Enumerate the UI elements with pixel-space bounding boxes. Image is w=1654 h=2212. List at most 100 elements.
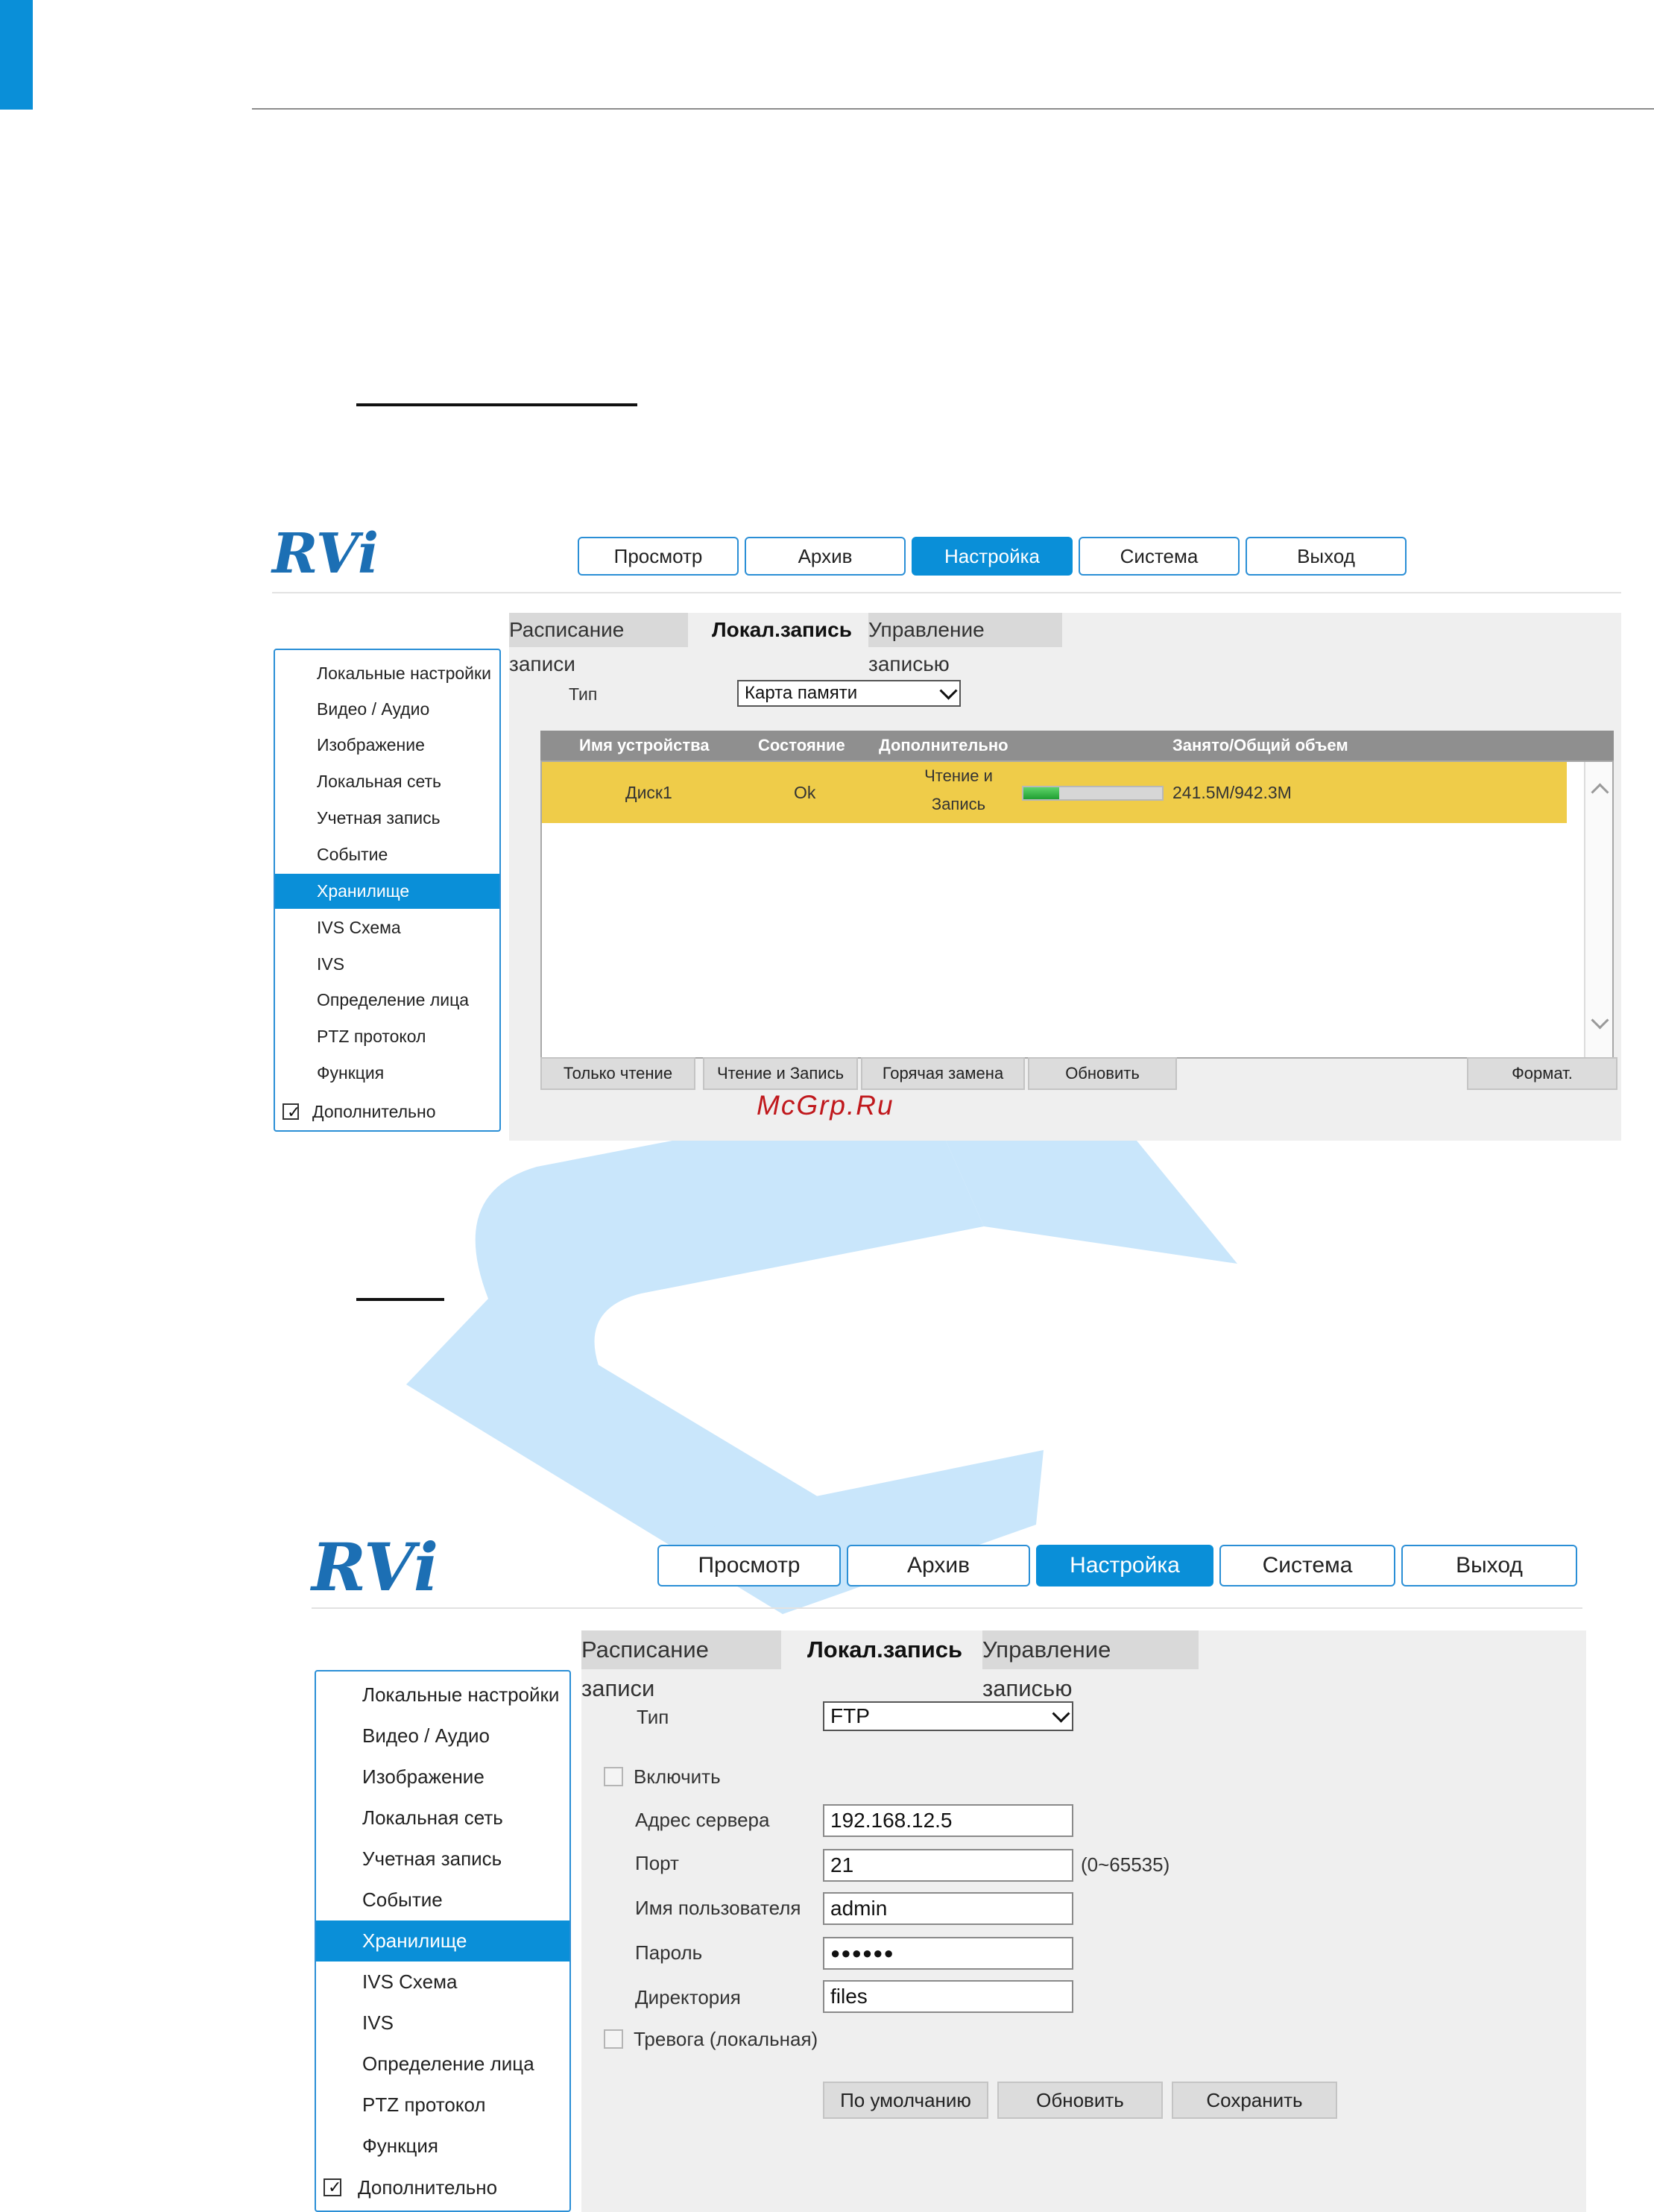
advanced-label: Дополнительно: [312, 1102, 436, 1121]
device-name-cell: Диск1: [625, 783, 672, 802]
read-only-button[interactable]: Только чтение: [540, 1057, 695, 1090]
sidebar-item-ivs-scheme[interactable]: IVS Схема: [316, 1962, 569, 2003]
alarm-label: Тревога (локальная): [634, 2028, 818, 2050]
tab-record-control[interactable]: Управление записью: [982, 1630, 1199, 1701]
nav-settings-button[interactable]: Настройка: [912, 537, 1073, 576]
read-write-button[interactable]: Чтение и Запись: [703, 1057, 858, 1090]
nav-archive-button[interactable]: Архив: [745, 537, 906, 576]
rvi-logo: RVi: [312, 1528, 439, 1606]
type-select[interactable]: Карта памяти: [737, 680, 961, 707]
default-button[interactable]: По умолчанию: [823, 2082, 988, 2119]
sidebar-item-ptz[interactable]: PTZ протокол: [275, 1019, 499, 1054]
sidebar-item-function[interactable]: Функция: [275, 1056, 499, 1091]
header-rule: [252, 108, 1654, 110]
top-nav: Просмотр Архив Настройка Система Выход: [657, 1545, 1577, 1586]
server-input[interactable]: 192.168.12.5: [823, 1804, 1073, 1837]
table-header: Имя устройства Состояние Дополнительно З…: [540, 731, 1614, 760]
sidebar-item-account[interactable]: Учетная запись: [316, 1838, 569, 1879]
nav-archive-button[interactable]: Архив: [847, 1545, 1030, 1586]
sidebar-item-storage[interactable]: Хранилище: [275, 874, 499, 909]
settings-sidebar: Локальные настройки Видео / Аудио Изобра…: [274, 649, 501, 1132]
sidebar-item-event[interactable]: Событие: [275, 837, 499, 872]
sidebar-item-video-audio[interactable]: Видео / Аудио: [316, 1715, 569, 1756]
extra-cell-line2: Запись: [931, 795, 986, 813]
tab-record-control[interactable]: Управление записью: [868, 613, 1062, 675]
nav-view-button[interactable]: Просмотр: [578, 537, 739, 576]
username-label: Имя пользователя: [635, 1897, 801, 1919]
sidebar-item-video-audio[interactable]: Видео / Аудио: [275, 692, 499, 727]
screenshot-local-storage: RVi Просмотр Архив Настройка Система Вых…: [272, 522, 1621, 1141]
sidebar-item-network[interactable]: Локальная сеть: [316, 1797, 569, 1838]
sidebar-item-ptz[interactable]: PTZ протокол: [316, 2085, 569, 2126]
sidebar-item-account[interactable]: Учетная запись: [275, 801, 499, 836]
col-usage: Занято/Общий объем: [1172, 736, 1348, 754]
sidebar-item-ivs[interactable]: IVS: [275, 947, 499, 982]
sidebar-item-local-settings[interactable]: Локальные настройки: [275, 656, 499, 691]
type-label: Тип: [569, 684, 598, 704]
sidebar-item-ivs[interactable]: IVS: [316, 2003, 569, 2044]
advanced-checkbox[interactable]: ✓: [282, 1103, 301, 1121]
sidebar-item-image[interactable]: Изображение: [316, 1756, 569, 1797]
col-status: Состояние: [758, 736, 845, 754]
password-input[interactable]: ●●●●●●: [823, 1937, 1073, 1970]
table-row[interactable]: Диск1 Ok Чтение и Запись 241.5M/942.3M: [542, 762, 1567, 823]
type-select-value: FTP: [830, 1704, 870, 1727]
nav-settings-button[interactable]: Настройка: [1036, 1545, 1213, 1586]
format-button[interactable]: Формат.: [1467, 1057, 1617, 1090]
sidebar-item-local-settings[interactable]: Локальные настройки: [316, 1674, 569, 1715]
status-cell: Ok: [794, 783, 816, 802]
nav-view-button[interactable]: Просмотр: [657, 1545, 841, 1586]
page-corner-bar: [0, 0, 33, 110]
sidebar-item-storage[interactable]: Хранилище: [316, 1920, 569, 1962]
usage-bar-fill: [1023, 787, 1059, 799]
sidebar-item-network[interactable]: Локальная сеть: [275, 764, 499, 799]
tab-local-record[interactable]: Локал.запись: [712, 613, 852, 647]
section-underline-1: [356, 403, 637, 406]
usage-bar: [1022, 786, 1164, 801]
content-panel: [581, 1630, 1586, 2212]
usage-cell: 241.5M/942.3M: [1172, 783, 1292, 802]
type-label: Тип: [637, 1706, 669, 1728]
hot-swap-button[interactable]: Горячая замена: [861, 1057, 1025, 1090]
refresh-button[interactable]: Обновить: [1028, 1057, 1177, 1090]
sidebar-item-function[interactable]: Функция: [316, 2126, 569, 2167]
nav-logout-button[interactable]: Выход: [1246, 537, 1407, 576]
tab-schedule[interactable]: Расписание записи: [509, 613, 688, 675]
sidebar-item-ivs-scheme[interactable]: IVS Схема: [275, 910, 499, 945]
nav-logout-button[interactable]: Выход: [1401, 1545, 1577, 1586]
sidebar-item-face-detect[interactable]: Определение лица: [316, 2044, 569, 2085]
chevron-down-icon: [939, 681, 958, 700]
directory-input[interactable]: files: [823, 1980, 1073, 2013]
type-select[interactable]: FTP: [823, 1701, 1073, 1731]
nav-divider: [272, 592, 1621, 593]
sidebar-item-image[interactable]: Изображение: [275, 728, 499, 763]
top-nav: Просмотр Архив Настройка Система Выход: [578, 537, 1407, 576]
alarm-checkbox[interactable]: [604, 2029, 623, 2049]
screenshot-ftp-storage: RVi Просмотр Архив Настройка Система Вых…: [312, 1528, 1586, 2212]
table-scrollbar[interactable]: [1584, 762, 1612, 1057]
extra-cell-line1: Чтение и: [924, 766, 993, 785]
advanced-checkbox[interactable]: ✓: [323, 2178, 341, 2196]
chevron-up-icon[interactable]: [1591, 783, 1609, 801]
save-button[interactable]: Сохранить: [1172, 2082, 1337, 2119]
checkmark-icon: ✓: [328, 2178, 342, 2196]
port-label: Порт: [635, 1852, 679, 1874]
settings-sidebar: Локальные настройки Видео / Аудио Изобра…: [315, 1670, 571, 2212]
type-select-value: Карта памяти: [745, 683, 858, 703]
enable-checkbox[interactable]: [604, 1767, 623, 1786]
storage-table: Диск1 Ok Чтение и Запись 241.5M/942.3M: [540, 760, 1614, 1059]
sidebar-item-face-detect[interactable]: Определение лица: [275, 983, 499, 1018]
directory-label: Директория: [635, 1986, 741, 2008]
tab-local-record[interactable]: Локал.запись: [807, 1630, 962, 1669]
refresh-button[interactable]: Обновить: [997, 2082, 1163, 2119]
sidebar-item-event[interactable]: Событие: [316, 1879, 569, 1920]
rvi-logo: RVi: [272, 522, 379, 586]
nav-divider: [312, 1607, 1582, 1609]
username-input[interactable]: admin: [823, 1892, 1073, 1925]
nav-system-button[interactable]: Система: [1079, 537, 1240, 576]
chevron-down-icon[interactable]: [1591, 1011, 1609, 1030]
port-input[interactable]: 21: [823, 1849, 1073, 1882]
nav-system-button[interactable]: Система: [1219, 1545, 1395, 1586]
tab-schedule[interactable]: Расписание записи: [581, 1630, 781, 1701]
checkmark-icon: ✓: [287, 1103, 301, 1121]
